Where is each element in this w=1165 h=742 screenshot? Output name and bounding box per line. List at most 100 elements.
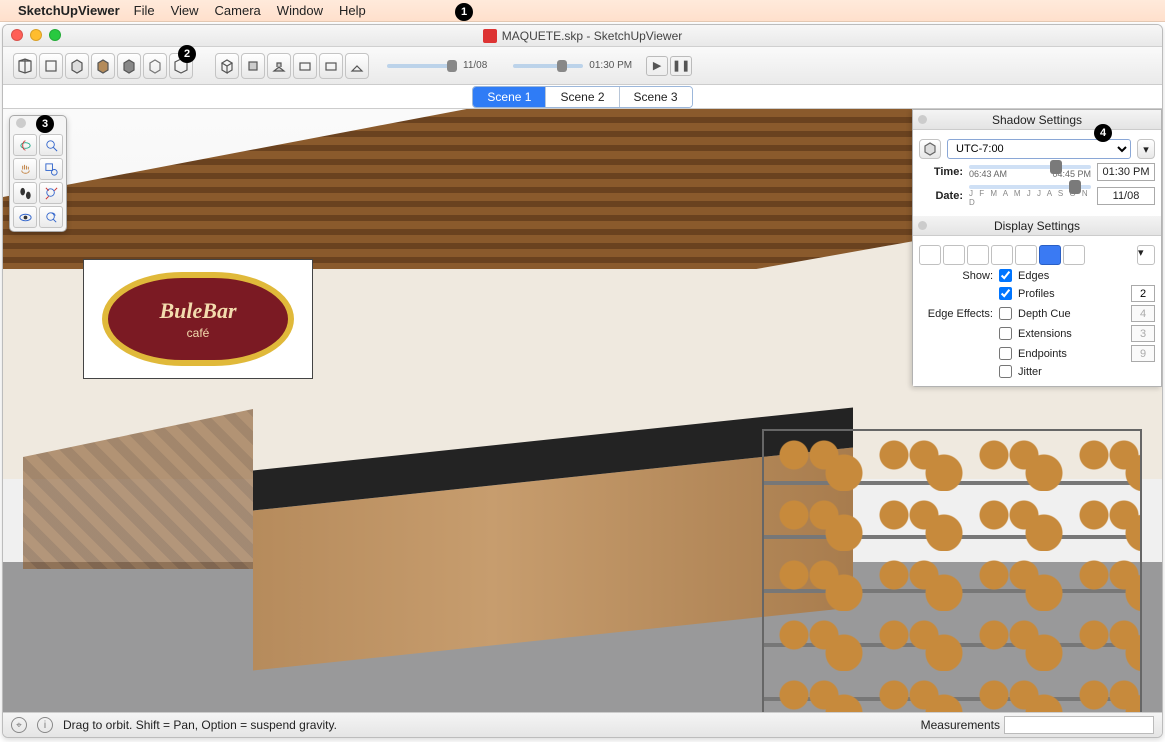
jitter-label: Jitter xyxy=(1018,366,1042,378)
app-window: MAQUETE.skp - SketchUpViewer 11/08 xyxy=(2,24,1163,738)
profiles-value-field[interactable] xyxy=(1131,285,1155,302)
window-title-file: MAQUETE.skp xyxy=(502,29,583,43)
show-label: Show: xyxy=(919,270,993,282)
cafe-sign-sub: café xyxy=(84,326,312,340)
view-left-button[interactable] xyxy=(345,53,369,79)
time-value-field[interactable]: 01:30 PM xyxy=(1097,163,1155,181)
time-label: Time: xyxy=(919,166,963,178)
view-back-button[interactable] xyxy=(319,53,343,79)
display-panel-close-button[interactable] xyxy=(918,221,927,230)
profiles-checkbox[interactable] xyxy=(999,287,1012,300)
extensions-label: Extensions xyxy=(1018,328,1072,340)
callout-3: 3 xyxy=(36,115,54,133)
style-wireframe-button[interactable] xyxy=(13,53,37,79)
shadow-panel-close-button[interactable] xyxy=(918,115,927,124)
play-animation-button[interactable]: ▶ xyxy=(646,56,668,76)
face-style-3-button[interactable] xyxy=(967,245,989,265)
time-of-day-slider[interactable] xyxy=(969,165,1091,169)
orbit-tool-button[interactable] xyxy=(13,134,37,156)
inspector-panels: Shadow Settings UTC-7:00 ▾ Time: 06:43 A… xyxy=(912,109,1162,387)
depth-cue-value-field xyxy=(1131,305,1155,322)
display-expand-button[interactable]: ▾ xyxy=(1137,245,1155,265)
style-shaded-textures-button[interactable] xyxy=(91,53,115,79)
style-hidden-line-button[interactable] xyxy=(39,53,63,79)
zoom-window-tool-button[interactable] xyxy=(39,158,63,180)
window-title-app: SketchUpViewer xyxy=(594,29,683,43)
view-iso-button[interactable] xyxy=(215,53,239,79)
app-menu[interactable]: SketchUpViewer xyxy=(18,3,120,18)
view-front-button[interactable] xyxy=(267,53,291,79)
pan-tool-button[interactable] xyxy=(13,158,37,180)
camera-tools-palette[interactable] xyxy=(9,115,67,232)
cafe-sign: BuleBar café xyxy=(83,259,313,379)
walk-tool-button[interactable] xyxy=(13,182,37,204)
menu-camera[interactable]: Camera xyxy=(215,3,261,18)
display-panel-title[interactable]: Display Settings xyxy=(913,216,1161,236)
close-window-button[interactable] xyxy=(11,29,23,41)
time-range-start: 06:43 AM xyxy=(969,169,1007,179)
edges-checkbox[interactable] xyxy=(999,269,1012,282)
face-style-1-button[interactable] xyxy=(919,245,941,265)
edge-effects-label: Edge Effects: xyxy=(919,308,993,320)
style-xray-button[interactable] xyxy=(143,53,167,79)
face-style-7-button[interactable] xyxy=(1063,245,1085,265)
jitter-checkbox[interactable] xyxy=(999,365,1012,378)
endpoints-checkbox[interactable] xyxy=(999,347,1012,360)
pause-animation-button[interactable]: ❚❚ xyxy=(670,56,692,76)
style-shaded-button[interactable] xyxy=(65,53,89,79)
zoom-window-button[interactable] xyxy=(49,29,61,41)
endpoints-value-field xyxy=(1131,345,1155,362)
previous-view-button[interactable] xyxy=(39,206,63,228)
toggle-shadows-button[interactable] xyxy=(919,139,941,159)
date-value-field[interactable]: 11/08 xyxy=(1097,187,1155,205)
callout-4: 4 xyxy=(1094,124,1112,142)
mac-menubar: SketchUpViewer File View Camera Window H… xyxy=(0,0,1165,22)
extensions-checkbox[interactable] xyxy=(999,327,1012,340)
measurements-input[interactable] xyxy=(1004,716,1154,734)
callout-1: 1 xyxy=(455,3,473,21)
model-viewport[interactable]: BuleBar café Shadow Settings xyxy=(3,109,1162,713)
face-style-5-button[interactable] xyxy=(1015,245,1037,265)
menu-help[interactable]: Help xyxy=(339,3,366,18)
menu-file[interactable]: File xyxy=(134,3,155,18)
scene-tab-1[interactable]: Scene 1 xyxy=(473,87,546,107)
credits-icon[interactable]: i xyxy=(37,717,53,733)
view-top-button[interactable] xyxy=(241,53,265,79)
edges-label: Edges xyxy=(1018,270,1049,282)
zoom-tool-button[interactable] xyxy=(39,134,63,156)
scene-tabs: Scene 1 Scene 2 Scene 3 xyxy=(3,85,1162,109)
time-value: 01:30 PM xyxy=(589,60,632,71)
face-style-4-button[interactable] xyxy=(991,245,1013,265)
extensions-value-field xyxy=(1131,325,1155,342)
scene-tab-2[interactable]: Scene 2 xyxy=(546,87,619,107)
date-of-year-slider[interactable] xyxy=(969,185,1091,189)
menu-window[interactable]: Window xyxy=(277,3,323,18)
measurements-label: Measurements xyxy=(921,718,1000,732)
date-label: Date: xyxy=(919,190,963,202)
date-slider[interactable] xyxy=(387,64,457,68)
depth-cue-label: Depth Cue xyxy=(1018,308,1071,320)
face-style-row: ▾ xyxy=(919,245,1155,265)
look-around-tool-button[interactable] xyxy=(13,206,37,228)
face-style-2-button[interactable] xyxy=(943,245,965,265)
status-hint: Drag to orbit. Shift = Pan, Option = sus… xyxy=(63,718,337,732)
face-style-6-button[interactable] xyxy=(1039,245,1061,265)
view-right-button[interactable] xyxy=(293,53,317,79)
minimize-window-button[interactable] xyxy=(30,29,42,41)
timezone-select[interactable]: UTC-7:00 xyxy=(947,139,1131,159)
style-monochrome-button[interactable] xyxy=(117,53,141,79)
depth-cue-checkbox[interactable] xyxy=(999,307,1012,320)
palette-close-button[interactable] xyxy=(16,118,26,128)
time-slider[interactable] xyxy=(513,64,583,68)
main-toolbar: 11/08 01:30 PM ▶ ❚❚ xyxy=(3,47,1162,85)
shadow-panel-title[interactable]: Shadow Settings xyxy=(913,110,1161,130)
status-bar: ⌖ i Drag to orbit. Shift = Pan, Option =… xyxy=(3,713,1162,737)
zoom-extents-button[interactable] xyxy=(39,182,63,204)
document-icon xyxy=(483,29,497,43)
callout-2: 2 xyxy=(178,45,196,63)
profiles-label: Profiles xyxy=(1018,288,1055,300)
scene-tab-3[interactable]: Scene 3 xyxy=(620,87,692,107)
menu-view[interactable]: View xyxy=(171,3,199,18)
shadow-expand-button[interactable]: ▾ xyxy=(1137,139,1155,159)
geo-location-icon[interactable]: ⌖ xyxy=(11,717,27,733)
